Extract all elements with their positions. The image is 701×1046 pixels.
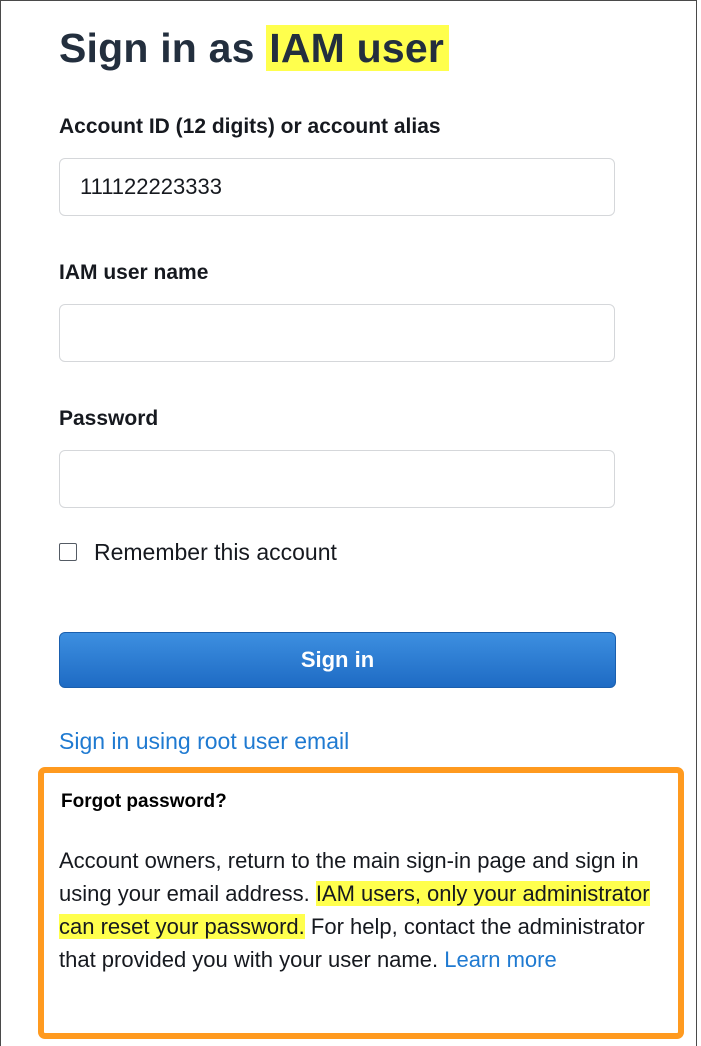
forgot-password-callout: Forgot password? Account owners, return … [38,767,684,1039]
title-prefix: Sign in as [59,25,255,71]
remember-account-row[interactable]: Remember this account [59,536,337,568]
learn-more-link[interactable]: Learn more [444,947,557,972]
remember-account-label[interactable]: Remember this account [94,539,337,566]
sign-in-panel: Sign in as IAM user Account ID (12 digit… [0,0,697,1046]
root-user-signin-link[interactable]: Sign in using root user email [59,728,349,755]
title-highlight: IAM user [266,25,449,71]
password-label: Password [59,407,159,430]
forgot-password-text: Account owners, return to the main sign-… [59,844,669,976]
forgot-password-title: Forgot password? [61,791,227,812]
page-title: Sign in as IAM user [59,21,449,75]
account-id-label: Account ID (12 digits) or account alias [59,115,441,138]
remember-account-checkbox[interactable] [59,543,77,561]
account-id-input[interactable] [59,158,615,216]
password-input[interactable] [59,450,615,508]
username-label: IAM user name [59,261,209,284]
sign-in-button[interactable]: Sign in [59,632,616,688]
username-input[interactable] [59,304,615,362]
